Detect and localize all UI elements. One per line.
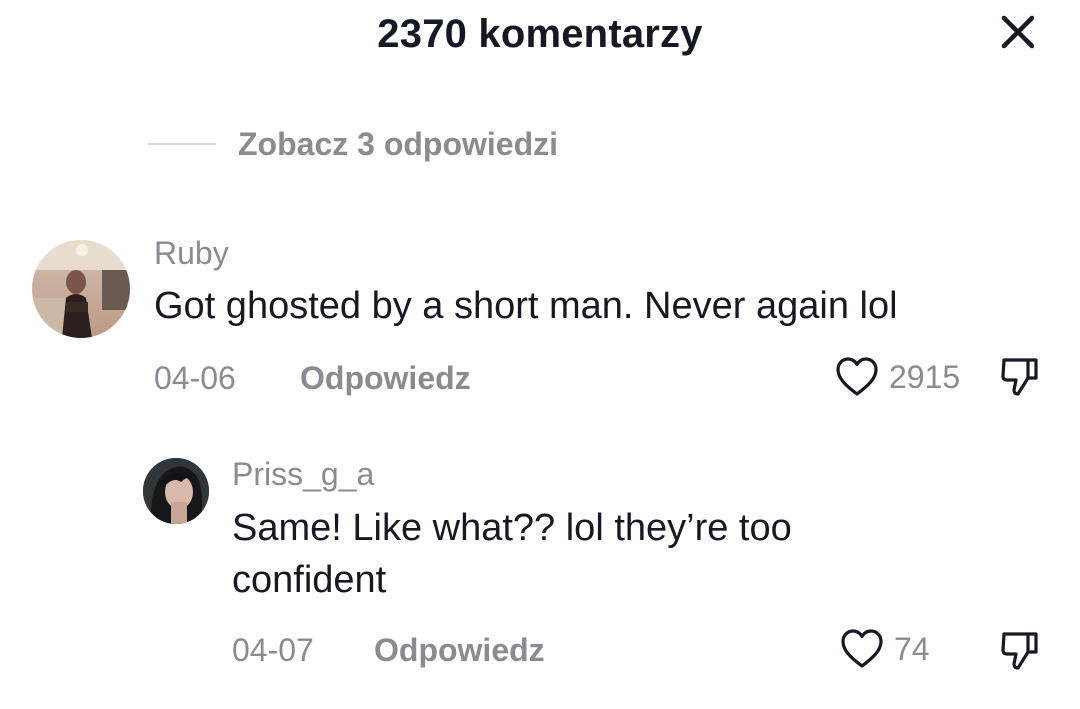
like-button[interactable]: 74: [840, 628, 930, 670]
like-count: 74: [894, 630, 930, 667]
comments-count-title: 2370 komentarzy: [377, 12, 703, 56]
view-replies-button[interactable]: Zobacz 3 odpowiedzi: [148, 124, 558, 164]
avatar-image: [143, 458, 209, 524]
dislike-button[interactable]: [998, 628, 1042, 672]
comment-username[interactable]: Priss_g_a: [232, 456, 374, 493]
comment-date: 04-06: [154, 360, 236, 396]
comment-username[interactable]: Ruby: [154, 235, 229, 272]
comments-panel: 2370 komentarzy Zobacz 3 odpowiedzi Ruby…: [0, 0, 1080, 709]
dislike-button[interactable]: [998, 354, 1042, 398]
reply-button[interactable]: Odpowiedz: [300, 360, 471, 397]
avatar[interactable]: [32, 240, 130, 338]
heart-outline-icon: [836, 357, 878, 396]
view-replies-label: Zobacz 3 odpowiedzi: [238, 125, 559, 162]
close-button[interactable]: [994, 8, 1042, 56]
like-button[interactable]: 2915: [835, 356, 960, 398]
avatar-image: [32, 240, 130, 338]
comment-text: Got ghosted by a short man. Never again …: [154, 285, 898, 327]
thumbs-down-icon: [1001, 358, 1038, 396]
comment-text: Same! Like what?? lol they’re too confid…: [232, 507, 792, 601]
comment-date: 04-07: [232, 632, 314, 668]
thumbs-down-icon: [1001, 632, 1038, 670]
close-icon: [1001, 15, 1035, 49]
reply-button[interactable]: Odpowiedz: [374, 632, 545, 669]
replies-divider-line: [148, 143, 216, 145]
heart-outline-icon: [841, 629, 883, 668]
like-count: 2915: [889, 358, 961, 395]
avatar[interactable]: [143, 458, 209, 524]
